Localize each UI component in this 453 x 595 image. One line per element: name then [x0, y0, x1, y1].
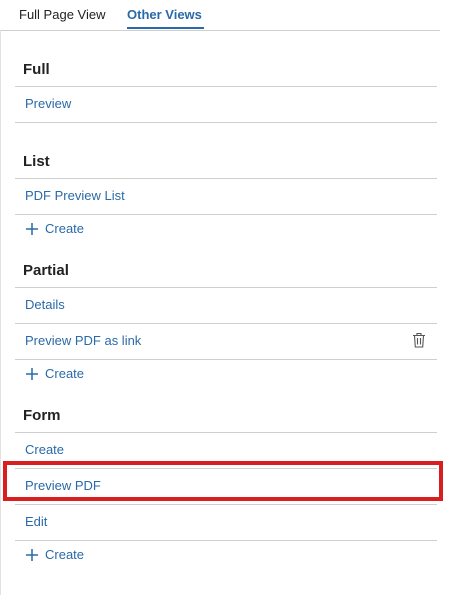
section-title-form: Form — [23, 407, 61, 424]
view-link-details[interactable]: Details — [25, 297, 65, 312]
divider — [15, 359, 437, 360]
tabs-divider — [0, 30, 440, 31]
create-label: Create — [45, 366, 85, 381]
view-link-edit[interactable]: Edit — [25, 514, 47, 529]
divider — [15, 86, 437, 87]
create-form-view-button[interactable]: Create — [25, 547, 84, 562]
create-list-view-button[interactable]: Create — [25, 221, 84, 236]
divider — [15, 540, 437, 541]
plus-icon — [26, 548, 38, 561]
view-tabs: Full Page View Other Views — [0, 0, 453, 31]
divider — [15, 122, 437, 123]
section-title-list: List — [23, 153, 50, 170]
divider — [15, 432, 437, 433]
divider — [15, 323, 437, 324]
create-label: Create — [45, 221, 85, 236]
tab-full-page-view[interactable]: Full Page View — [19, 7, 105, 22]
tab-other-views[interactable]: Other Views — [127, 7, 202, 22]
divider — [15, 504, 437, 505]
panel-left-border — [0, 30, 1, 595]
section-title-partial: Partial — [23, 262, 69, 279]
divider — [15, 178, 437, 179]
view-link-pdf-preview-list[interactable]: PDF Preview List — [25, 188, 125, 203]
active-tab-indicator — [127, 27, 204, 29]
create-label: Create — [45, 547, 85, 562]
section-title-full: Full — [23, 61, 50, 78]
view-link-preview-pdf[interactable]: Preview PDF — [25, 478, 101, 493]
create-partial-view-button[interactable]: Create — [25, 366, 84, 381]
plus-icon — [26, 367, 38, 380]
divider — [15, 287, 437, 288]
view-link-preview[interactable]: Preview — [25, 96, 71, 111]
view-link-preview-pdf-as-link[interactable]: Preview PDF as link — [25, 333, 141, 348]
plus-icon — [26, 222, 38, 235]
divider — [15, 214, 437, 215]
view-link-create[interactable]: Create — [25, 442, 64, 457]
divider — [15, 468, 437, 469]
trash-icon[interactable] — [412, 332, 426, 348]
